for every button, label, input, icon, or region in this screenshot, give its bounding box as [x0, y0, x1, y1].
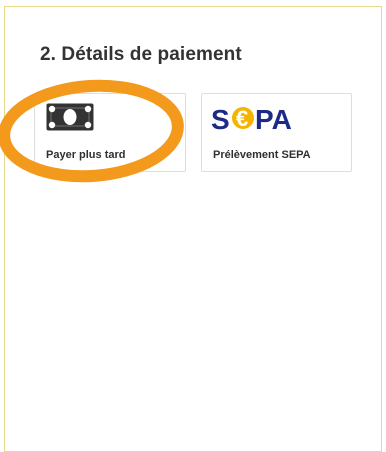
svg-text:PA: PA: [255, 104, 292, 133]
sepa-logo: S € PA: [211, 104, 292, 133]
payment-option-sepa[interactable]: S € PA Prélèvement SEPA: [201, 93, 352, 172]
sepa-label: Prélèvement SEPA: [213, 149, 311, 161]
svg-text:S: S: [211, 104, 230, 133]
payment-panel: 2. Détails de paiement: [4, 6, 382, 452]
pay-later-label: Payer plus tard: [46, 149, 126, 161]
section-title: 2. Détails de paiement: [40, 44, 242, 65]
payment-option-pay-later[interactable]: Payer plus tard: [34, 93, 186, 172]
cash-icon: [46, 103, 94, 131]
svg-text:€: €: [236, 106, 248, 131]
